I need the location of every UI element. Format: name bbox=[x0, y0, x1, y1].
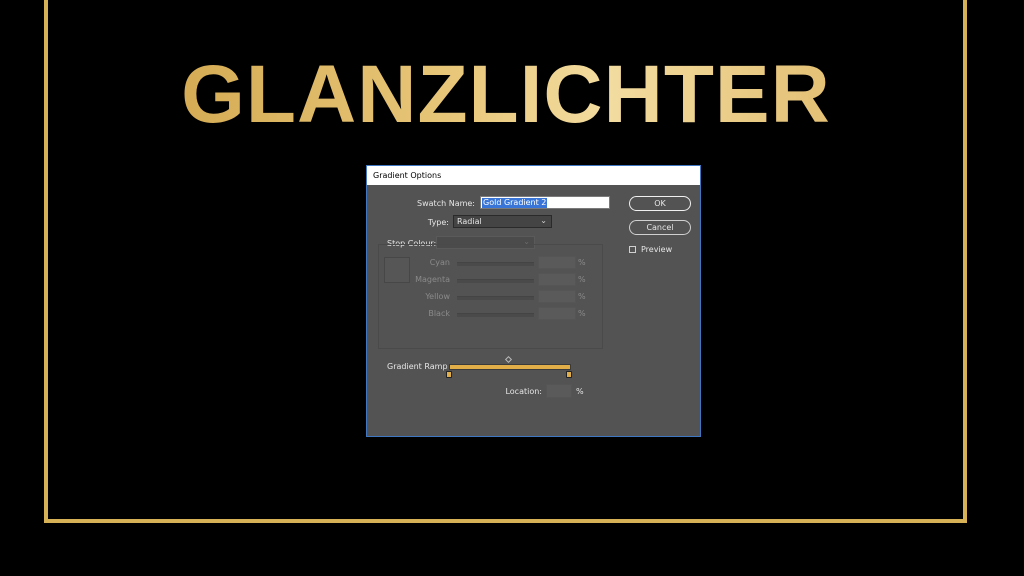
black-label: Black bbox=[428, 309, 450, 318]
cyan-unit: % bbox=[578, 258, 586, 267]
dialog-titlebar: Gradient Options bbox=[367, 166, 700, 185]
yellow-value-field[interactable] bbox=[538, 290, 576, 303]
magenta-label: Magenta bbox=[415, 275, 450, 284]
gradient-options-dialog: Gradient Options Swatch Name: Gold Gradi… bbox=[366, 165, 701, 437]
yellow-label: Yellow bbox=[425, 292, 450, 301]
cancel-button[interactable]: Cancel bbox=[629, 220, 691, 235]
ramp-end-stop-handle[interactable] bbox=[566, 371, 572, 378]
location-label: Location: bbox=[505, 387, 542, 396]
magenta-value-field[interactable] bbox=[538, 273, 576, 286]
type-select-value: Radial bbox=[457, 217, 482, 226]
ramp-midpoint-diamond-icon[interactable] bbox=[504, 355, 513, 364]
location-input[interactable] bbox=[546, 384, 572, 398]
black-value-field[interactable] bbox=[538, 307, 576, 320]
dialog-title: Gradient Options bbox=[373, 171, 442, 180]
type-label: Type: bbox=[427, 218, 449, 227]
ramp-start-stop-handle[interactable] bbox=[446, 371, 452, 378]
yellow-unit: % bbox=[578, 292, 586, 301]
yellow-slider[interactable] bbox=[457, 296, 534, 300]
chevron-down-icon: ⌄ bbox=[540, 216, 547, 225]
cyan-label: Cyan bbox=[429, 258, 450, 267]
magenta-slider[interactable] bbox=[457, 279, 534, 283]
swatch-name-value: Gold Gradient 2 bbox=[482, 198, 548, 208]
magenta-unit: % bbox=[578, 275, 586, 284]
location-unit: % bbox=[576, 387, 584, 396]
gradient-ramp-bar[interactable] bbox=[449, 364, 571, 370]
black-slider[interactable] bbox=[457, 313, 534, 317]
cyan-value-field[interactable] bbox=[538, 256, 576, 269]
ok-button[interactable]: OK bbox=[629, 196, 691, 211]
black-unit: % bbox=[578, 309, 586, 318]
type-select[interactable]: Radial ⌄ bbox=[453, 215, 552, 228]
swatch-name-input[interactable]: Gold Gradient 2 bbox=[480, 196, 610, 209]
preview-checkbox[interactable] bbox=[629, 246, 636, 253]
swatch-name-label: Swatch Name: bbox=[417, 199, 475, 208]
gradient-ramp-label: Gradient Ramp bbox=[387, 362, 448, 371]
cyan-slider[interactable] bbox=[457, 262, 534, 266]
preview-label: Preview bbox=[641, 245, 673, 254]
headline-title: GLANZLICHTER bbox=[0, 48, 1012, 142]
